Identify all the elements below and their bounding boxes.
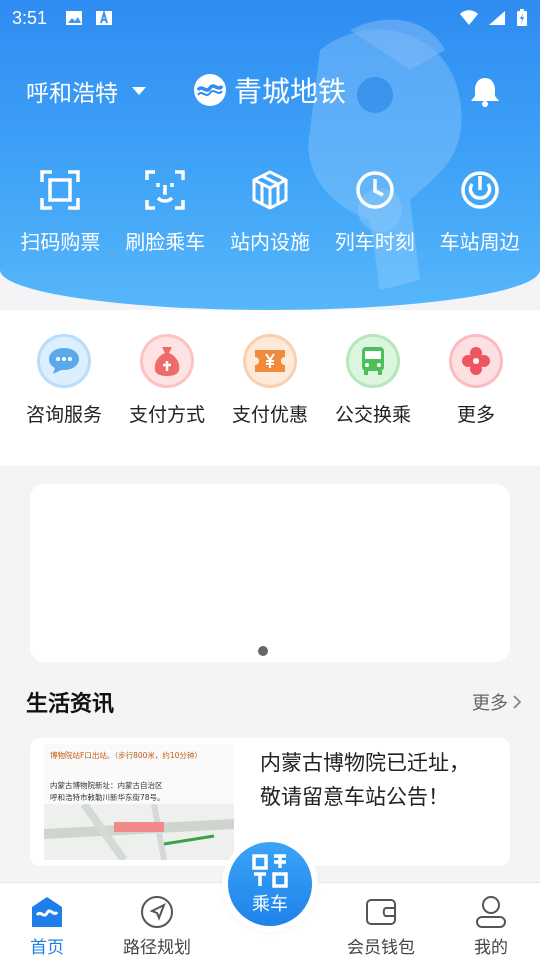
nav-label: 首页 [30, 938, 64, 958]
quick-face-ride[interactable]: 刷脸乘车 [113, 168, 218, 255]
clock-icon [356, 171, 394, 209]
home-metro-icon [32, 897, 62, 927]
face-scan-icon [145, 170, 185, 210]
news-headline-line2: 敬请留意车站公告！ [260, 785, 449, 809]
nav-tab-wallet[interactable]: 会员钱包 [336, 895, 426, 958]
quick-station-nearby[interactable]: 车站周边 [427, 168, 532, 255]
promo-carousel[interactable] [30, 484, 510, 662]
image-notification-icon [66, 11, 83, 25]
service-label: 咨询服务 [25, 404, 102, 426]
status-time: 3:51 [12, 7, 48, 28]
news-more-link[interactable]: 更多 [472, 689, 522, 715]
quick-train-schedule[interactable]: 列车时刻 [322, 168, 427, 255]
service-payment-method[interactable]: 支付方式 [117, 334, 217, 466]
news-thumb-map [44, 804, 234, 860]
service-label: 更多 [456, 404, 495, 426]
service-consult[interactable]: 咨询服务 [14, 334, 114, 466]
header-banner: 3:51 呼和浩特 青城地铁 扫码购票 刷脸乘车 站内设施 列车时刻 车站周边 [0, 0, 540, 310]
city-selector[interactable]: 呼和浩特 [26, 74, 146, 108]
brand-name: 青城地铁 [234, 75, 347, 108]
quick-label: 刷脸乘车 [125, 230, 206, 254]
ride-label: 乘车 [252, 894, 288, 915]
navigation-arrow-icon [141, 896, 173, 928]
ride-qr-icon [252, 854, 288, 888]
service-bus-transfer[interactable]: 公交换乘 [323, 334, 423, 466]
service-more[interactable]: 更多 [426, 334, 526, 466]
quick-label: 列车时刻 [334, 230, 415, 254]
service-icon-wrap [243, 334, 297, 388]
quick-facilities[interactable]: 站内设施 [218, 168, 323, 255]
font-notification-icon [96, 10, 113, 25]
quick-actions: 扫码购票 刷脸乘车 站内设施 列车时刻 车站周边 [0, 168, 540, 255]
bus-icon [362, 347, 384, 375]
metro-logo-icon [194, 74, 226, 106]
news-headline-line1: 内蒙古博物院已迁址， [260, 751, 470, 775]
cellular-signal-icon [489, 11, 505, 25]
news-thumbnail: 博物院站F口出站。（步行800米，约10分钟） 内蒙古博物院新址：内蒙古自治区 … [44, 744, 234, 860]
quick-label: 扫码购票 [20, 230, 101, 254]
wifi-icon [460, 10, 478, 25]
quick-label: 车站周边 [439, 230, 520, 254]
battery-icon [517, 9, 527, 26]
news-section-header: 生活资讯 更多 [26, 686, 522, 718]
service-label: 公交换乘 [334, 404, 411, 426]
news-thumb-caption-2: 内蒙古博物院新址：内蒙古自治区 [50, 781, 163, 790]
service-label: 支付优惠 [231, 404, 308, 426]
user-profile-icon [476, 896, 506, 928]
quick-scan-ticket[interactable]: 扫码购票 [8, 168, 113, 255]
scan-icon [40, 170, 81, 210]
nav-label: 我的 [474, 938, 508, 958]
wallet-icon [366, 899, 396, 925]
chevron-down-icon [132, 87, 146, 95]
more-flower-icon [462, 347, 490, 375]
news-more-label: 更多 [472, 693, 508, 714]
news-thumb-caption-1: 博物院站F口出站。（步行800米，约10分钟） [50, 751, 202, 760]
status-bar: 3:51 [0, 0, 540, 36]
coupon-icon [255, 350, 285, 372]
city-name: 呼和浩特 [26, 81, 118, 107]
nav-tab-home[interactable]: 首页 [2, 895, 92, 958]
nav-tab-mine[interactable]: 我的 [446, 895, 536, 958]
nav-label: 路径规划 [123, 938, 191, 958]
brand-title: 青城地铁 [192, 70, 346, 110]
facilities-icon [252, 170, 288, 210]
news-headline: 内蒙古博物院已迁址， 敬请留意车站公告！ [260, 746, 500, 866]
chat-bubble-icon [49, 348, 79, 374]
service-icon-wrap [449, 334, 503, 388]
quick-label: 站内设施 [229, 230, 310, 254]
service-icon-wrap [346, 334, 400, 388]
ride-qr-button[interactable]: 乘车 [228, 842, 312, 926]
nearby-icon [460, 171, 499, 209]
service-icon-wrap [37, 334, 91, 388]
service-label: 支付方式 [128, 404, 205, 426]
nav-tab-route[interactable]: 路径规划 [112, 895, 202, 958]
carousel-indicator-dot [258, 646, 268, 656]
news-section-title: 生活资讯 [26, 692, 115, 717]
nav-label: 会员钱包 [347, 938, 415, 958]
money-bag-icon [154, 347, 180, 376]
chevron-right-icon [513, 695, 522, 709]
service-icon-wrap [140, 334, 194, 388]
mascot-horse-illustration [308, 19, 462, 290]
service-payment-discount[interactable]: 支付优惠 [220, 334, 320, 466]
news-thumb-caption-3: 呼和浩特市敕勒川新华东街78号。 [50, 793, 165, 802]
notification-bell-icon[interactable] [468, 74, 502, 108]
service-grid: 咨询服务 支付方式 支付优惠 公交换乘 更多 [0, 310, 540, 466]
